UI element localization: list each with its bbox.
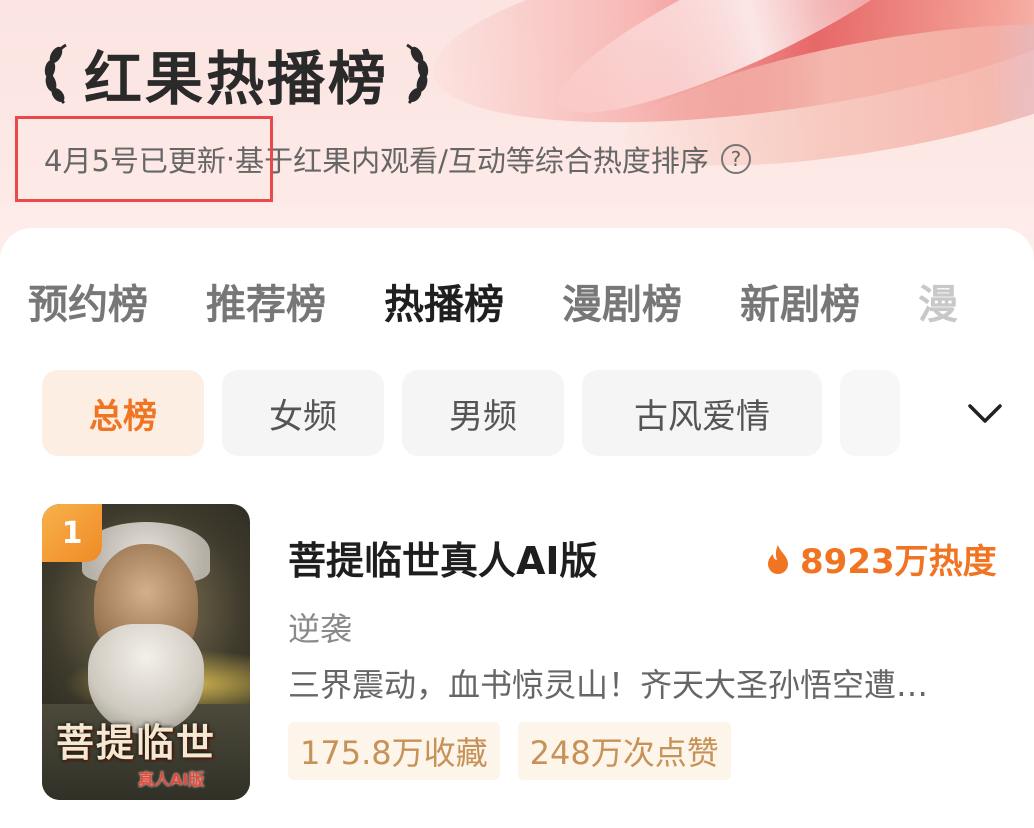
tab-overflow[interactable]: 漫 bbox=[918, 272, 958, 330]
show-title[interactable]: 菩提临世真人AI版 bbox=[288, 530, 598, 585]
expand-categories-button[interactable] bbox=[940, 374, 1030, 454]
show-genre: 逆袭 bbox=[288, 610, 353, 648]
tab-new[interactable]: 新剧榜 bbox=[740, 272, 860, 330]
chevron-down-icon bbox=[968, 404, 1002, 423]
heat-value: 8923万热度 bbox=[800, 542, 997, 582]
ranking-basis: 基于红果内观看/互动等综合热度排序 bbox=[235, 144, 709, 178]
help-icon[interactable]: ? bbox=[720, 144, 751, 174]
favorites-tag: 175.8万收藏 bbox=[288, 722, 500, 780]
tab-comic[interactable]: 漫剧榜 bbox=[562, 272, 682, 330]
laurel-right-icon bbox=[406, 43, 429, 105]
heat-score: 8923万热度 bbox=[766, 534, 997, 583]
title-row: 红果热播榜 bbox=[40, 36, 433, 113]
ranking-tabs: 预约榜 推荐榜 热播榜 漫剧榜 新剧榜 漫 bbox=[28, 272, 1016, 330]
flame-icon bbox=[768, 544, 788, 574]
tab-recommend[interactable]: 推荐榜 bbox=[206, 272, 326, 330]
chip-all[interactable]: 总榜 bbox=[42, 370, 204, 456]
show-stats: 175.8万收藏 248万次点赞 bbox=[288, 722, 749, 780]
highlight-annotation bbox=[15, 116, 273, 202]
chip-overflow[interactable] bbox=[840, 370, 900, 456]
page-title: 红果热播榜 bbox=[84, 45, 390, 113]
chip-male[interactable]: 男频 bbox=[402, 370, 564, 456]
cover-title-art: 菩提临世 bbox=[56, 720, 217, 765]
tab-hot[interactable]: 热播榜 bbox=[384, 272, 504, 330]
likes-tag: 248万次点赞 bbox=[517, 722, 731, 780]
show-description: 三界震动，血书惊灵山！齐天大圣孙悟空遭… bbox=[288, 666, 929, 704]
chip-female[interactable]: 女频 bbox=[222, 370, 384, 456]
tab-reservation[interactable]: 预约榜 bbox=[28, 272, 148, 330]
rank-badge: 1 bbox=[42, 504, 102, 562]
chip-ancient-romance[interactable]: 古风爱情 bbox=[582, 370, 822, 456]
laurel-left-icon bbox=[44, 43, 67, 105]
cover-subtitle-art: 真人AI版 bbox=[138, 770, 205, 789]
category-chips: 总榜 女频 男频 古风爱情 bbox=[42, 370, 918, 456]
